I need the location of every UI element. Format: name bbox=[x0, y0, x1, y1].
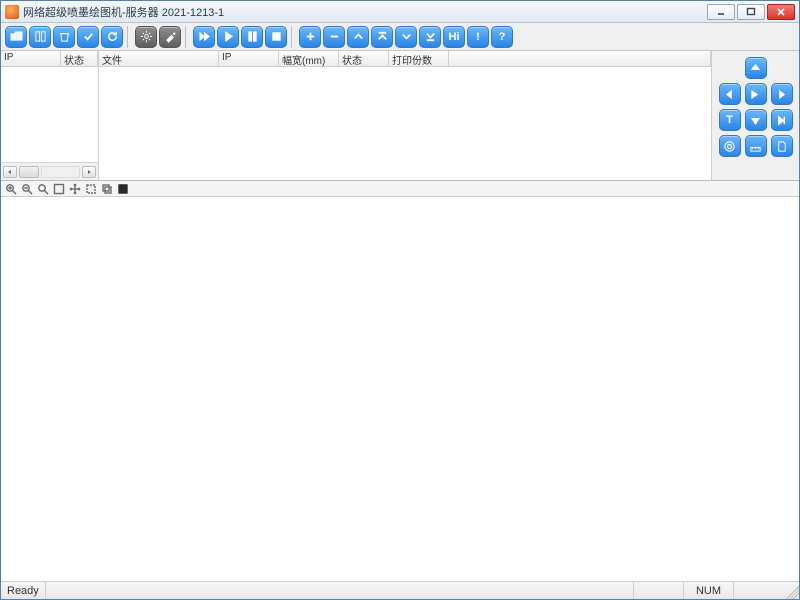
window-title: 网络超级喷墨绘图机-服务器 2021-1213-1 bbox=[23, 4, 707, 20]
app-window: 网络超级喷墨绘图机-服务器 2021-1213-1 Hi ! ? bbox=[0, 0, 800, 600]
nav-measure-button[interactable] bbox=[745, 135, 767, 157]
pause-button[interactable] bbox=[241, 26, 263, 48]
angle-down-button[interactable] bbox=[395, 26, 417, 48]
bottom-button[interactable] bbox=[419, 26, 441, 48]
top-button[interactable] bbox=[371, 26, 393, 48]
play-button[interactable] bbox=[217, 26, 239, 48]
status-ready: Ready bbox=[1, 582, 46, 599]
grid-button[interactable] bbox=[29, 26, 51, 48]
gear-button[interactable] bbox=[135, 26, 157, 48]
col-ip[interactable]: IP bbox=[1, 51, 61, 66]
job-list-body[interactable] bbox=[99, 67, 711, 180]
copy-icon[interactable] bbox=[100, 182, 113, 195]
scroll-left-icon[interactable] bbox=[3, 166, 17, 178]
select-icon[interactable] bbox=[84, 182, 97, 195]
device-list-header: IP 状态 bbox=[1, 51, 98, 67]
nav-up-button[interactable] bbox=[745, 57, 767, 79]
device-list-body[interactable] bbox=[1, 67, 98, 162]
col-copies[interactable]: 打印份数 bbox=[389, 51, 449, 66]
device-list-scrollbar[interactable] bbox=[1, 162, 98, 180]
device-list: IP 状态 bbox=[1, 51, 99, 180]
scroll-track[interactable] bbox=[41, 166, 80, 178]
scroll-right-icon[interactable] bbox=[82, 166, 96, 178]
nav-down-button[interactable] bbox=[745, 109, 767, 131]
tools-button[interactable] bbox=[159, 26, 181, 48]
check-button[interactable] bbox=[77, 26, 99, 48]
maximize-button[interactable] bbox=[737, 4, 765, 20]
status-num: NUM bbox=[683, 582, 733, 599]
col-status[interactable]: 状态 bbox=[61, 51, 98, 66]
preview-toolbar bbox=[1, 181, 799, 197]
close-button[interactable] bbox=[767, 4, 795, 20]
fast-forward-button[interactable] bbox=[193, 26, 215, 48]
plus-button[interactable] bbox=[299, 26, 321, 48]
minus-button[interactable] bbox=[323, 26, 345, 48]
save-icon[interactable] bbox=[116, 182, 129, 195]
col-file[interactable]: 文件 bbox=[99, 51, 219, 66]
col-ip[interactable]: IP bbox=[219, 51, 279, 66]
refresh-button[interactable] bbox=[101, 26, 123, 48]
nav-right-button[interactable] bbox=[771, 83, 793, 105]
col-spacer bbox=[449, 51, 711, 66]
job-list-header: 文件 IP 幅宽(mm) 状态 打印份数 bbox=[99, 51, 711, 67]
status-well-1 bbox=[633, 582, 683, 599]
zoom-out-icon[interactable] bbox=[20, 182, 33, 195]
upper-pane: IP 状态 文件 IP 幅宽(mm) 状态 打印份数 bbox=[1, 51, 799, 181]
open-button[interactable] bbox=[5, 26, 27, 48]
resize-grip-icon[interactable] bbox=[783, 582, 799, 599]
main-toolbar: Hi ! ? bbox=[1, 23, 799, 51]
info-button[interactable]: ! bbox=[467, 26, 489, 48]
job-list: 文件 IP 幅宽(mm) 状态 打印份数 bbox=[99, 51, 711, 180]
preview-canvas[interactable] bbox=[1, 197, 799, 581]
delete-button[interactable] bbox=[53, 26, 75, 48]
nav-origin-button[interactable] bbox=[745, 83, 767, 105]
zoom-fit-icon[interactable] bbox=[36, 182, 49, 195]
status-well-2 bbox=[733, 582, 783, 599]
window-buttons bbox=[707, 4, 795, 20]
nav-gear-button[interactable] bbox=[719, 135, 741, 157]
col-status[interactable]: 状态 bbox=[339, 51, 389, 66]
separator bbox=[291, 26, 295, 48]
nav-left-button[interactable] bbox=[719, 83, 741, 105]
separator bbox=[127, 26, 131, 48]
nav-text-button[interactable]: T bbox=[719, 109, 741, 131]
zoom-in-icon[interactable] bbox=[4, 182, 17, 195]
separator bbox=[185, 26, 189, 48]
nav-doc-button[interactable] bbox=[771, 135, 793, 157]
nav-panel: T bbox=[711, 51, 799, 180]
nav-end-button[interactable] bbox=[771, 109, 793, 131]
scroll-thumb[interactable] bbox=[19, 166, 39, 178]
stop-button[interactable] bbox=[265, 26, 287, 48]
levels-button[interactable]: Hi bbox=[443, 26, 465, 48]
fit-window-icon[interactable] bbox=[52, 182, 65, 195]
col-width[interactable]: 幅宽(mm) bbox=[279, 51, 339, 66]
titlebar: 网络超级喷墨绘图机-服务器 2021-1213-1 bbox=[1, 1, 799, 23]
status-bar: Ready NUM bbox=[1, 581, 799, 599]
help-button[interactable]: ? bbox=[491, 26, 513, 48]
minimize-button[interactable] bbox=[707, 4, 735, 20]
app-icon bbox=[5, 5, 19, 19]
pan-icon[interactable] bbox=[68, 182, 81, 195]
angle-up-button[interactable] bbox=[347, 26, 369, 48]
